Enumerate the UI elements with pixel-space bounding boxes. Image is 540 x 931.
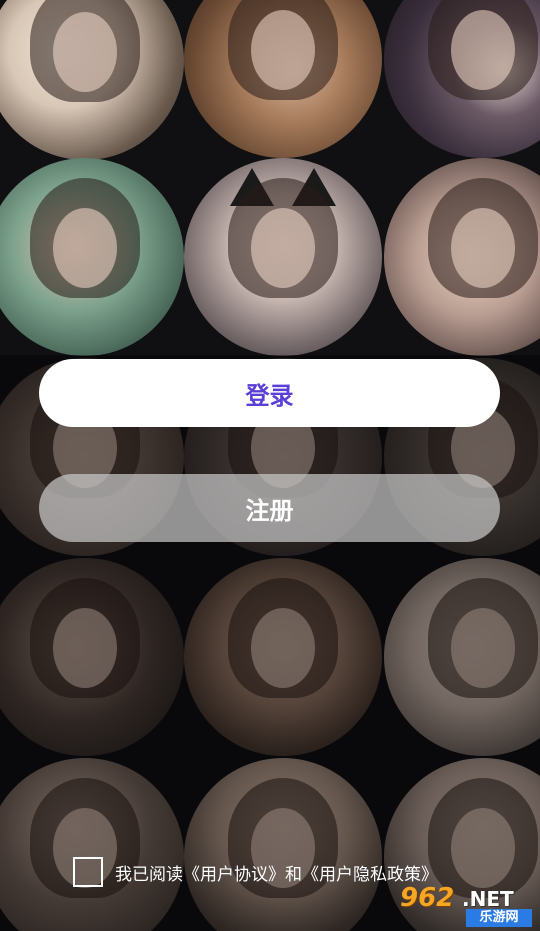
agreement-conjunction: 和	[285, 864, 302, 885]
agreement-prefix: 我已阅读	[115, 864, 183, 885]
portrait-photo	[0, 158, 184, 356]
agreement-row: 我已阅读《用户协议》和《用户隐私政策》	[73, 856, 438, 888]
user-agreement-link[interactable]: 《用户协议》	[183, 865, 285, 885]
dim-overlay	[0, 355, 540, 931]
watermark-sub: 乐游网	[466, 909, 532, 927]
watermark-number: 962	[400, 883, 455, 913]
register-button[interactable]: 注册	[39, 474, 500, 542]
login-button[interactable]: 登录	[39, 359, 500, 427]
agreement-text: 我已阅读《用户协议》和《用户隐私政策》	[115, 860, 438, 885]
portrait-photo	[184, 158, 382, 356]
login-screen: 登录 注册 我已阅读《用户协议》和《用户隐私政策》 962 .NET 乐游网	[0, 0, 540, 931]
portrait-photo	[0, 0, 184, 160]
portrait-photo	[384, 158, 540, 356]
portrait-photo	[184, 0, 382, 158]
agreement-checkbox[interactable]	[73, 857, 103, 887]
portrait-photo	[384, 0, 540, 158]
privacy-policy-link[interactable]: 《用户隐私政策》	[302, 865, 438, 885]
site-watermark: 962 .NET 乐游网	[400, 883, 534, 927]
watermark-suffix: .NET	[462, 887, 514, 911]
